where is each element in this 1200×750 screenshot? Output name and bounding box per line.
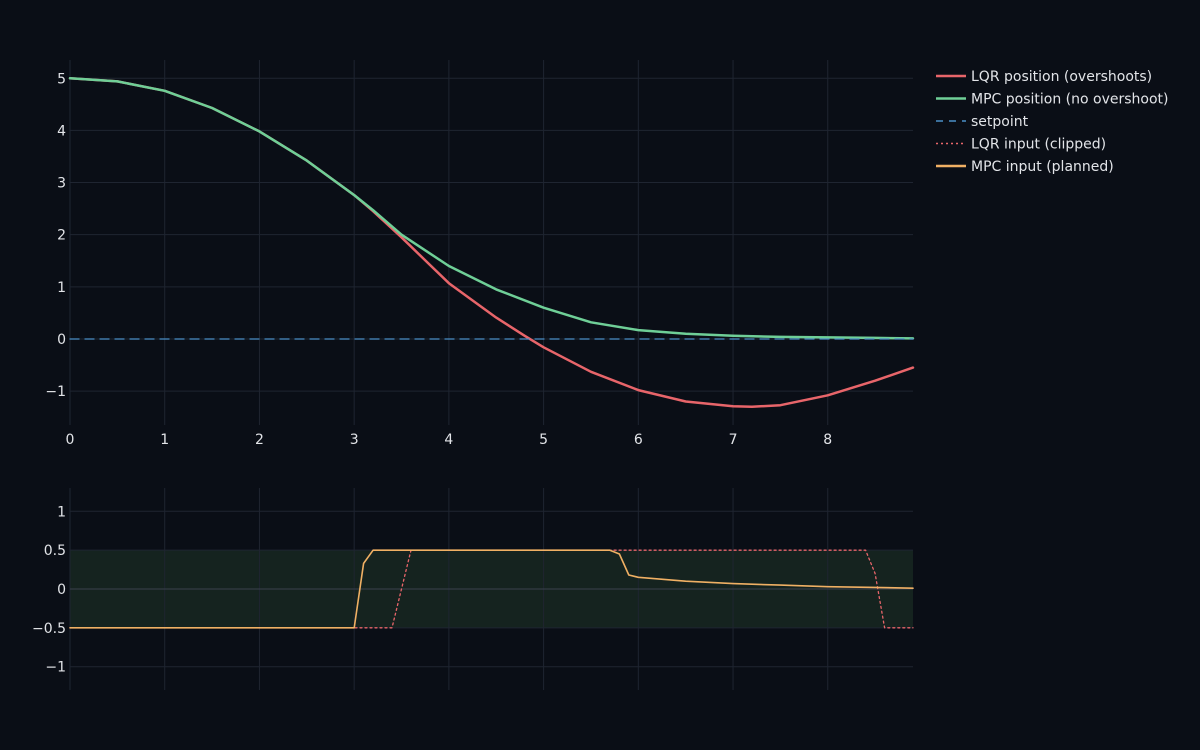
top-x-tick-label: 0 <box>66 432 75 448</box>
top-x-tick-label: 4 <box>444 432 453 448</box>
top-x-tick-label: 7 <box>729 432 738 448</box>
bottom-y-tick-label: 0 <box>57 582 66 598</box>
top-y-tick-label: −1 <box>45 384 66 400</box>
legend-item: LQR input (clipped) <box>936 137 1106 153</box>
series-line-lqr-position-overshoots <box>68 77 915 409</box>
chart-figure: −1 0 1 2 3 4 5 0 1 2 3 4 5 6 7 8 −1 −0.5 0 0.5 1 LQR position… <box>0 0 1200 750</box>
top-x-tick-label: 8 <box>823 432 832 448</box>
top-x-tick-label: 2 <box>255 432 264 448</box>
legend: LQR position (overshoots) MPC position (n… <box>936 69 1168 175</box>
series-line-mpc-position-no-overshoot <box>68 77 915 340</box>
top-y-tick-label: 5 <box>57 71 66 87</box>
top-x-tick-label: 3 <box>350 432 359 448</box>
legend-item: LQR position (overshoots) <box>936 69 1152 85</box>
top-y-tick-label: 2 <box>57 228 66 244</box>
bottom-y-tick-label: 1 <box>57 504 66 520</box>
legend-label: LQR position (overshoots) <box>971 69 1152 85</box>
legend-item: setpoint <box>936 114 1029 130</box>
top-x-tick-label: 1 <box>160 432 169 448</box>
top-y-tick-label: 3 <box>57 176 66 192</box>
top-panel: −1 0 1 2 3 4 5 0 1 2 3 4 5 6 7 8 <box>45 60 915 448</box>
top-y-tick-label: 0 <box>57 332 66 348</box>
bottom-y-tick-label: −1 <box>45 660 66 676</box>
top-y-tick-label: 1 <box>57 280 66 296</box>
legend-label: MPC position (no overshoot) <box>971 92 1168 108</box>
top-x-tick-label: 5 <box>539 432 548 448</box>
legend-item: MPC input (planned) <box>936 159 1114 175</box>
bottom-y-tick-label: 0.5 <box>44 543 66 559</box>
chart-canvas: −1 0 1 2 3 4 5 0 1 2 3 4 5 6 7 8 −1 −0.5 0 0.5 1 LQR position… <box>32 60 1168 690</box>
legend-label: setpoint <box>971 114 1029 130</box>
legend-label: MPC input (planned) <box>971 159 1114 175</box>
legend-item: MPC position (no overshoot) <box>936 92 1168 108</box>
top-x-tick-label: 6 <box>634 432 643 448</box>
top-y-tick-label: 4 <box>57 123 66 139</box>
bottom-y-tick-label: −0.5 <box>32 621 66 637</box>
bottom-panel: −1 −0.5 0 0.5 1 <box>32 488 914 690</box>
legend-label: LQR input (clipped) <box>971 137 1106 153</box>
